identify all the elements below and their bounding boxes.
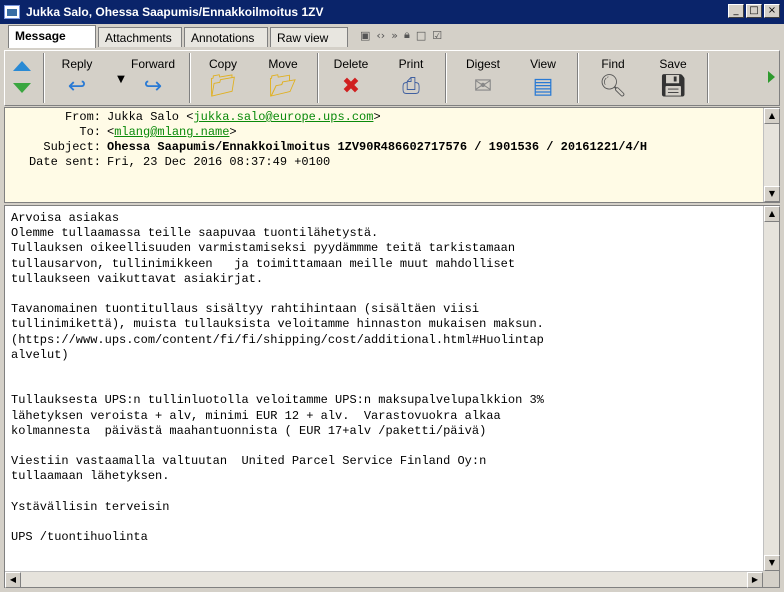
delete-icon: ✖: [341, 74, 361, 99]
lock-icon[interactable]: 🔒︎: [404, 28, 410, 42]
app-icon: [4, 5, 20, 19]
scroll-down-icon[interactable]: ▼: [764, 186, 780, 202]
scroll-right-icon[interactable]: ▶: [747, 572, 763, 588]
prev-next-icon[interactable]: ‹›: [376, 29, 385, 42]
scroll-down-icon[interactable]: ▼: [764, 555, 780, 571]
title-bar: Jukka Salo, Ohessa Saapumis/Ennakkoilmoi…: [0, 0, 784, 24]
scroll-up-icon[interactable]: ▲: [764, 206, 780, 222]
floppy-disk-icon: 💾︎: [659, 74, 687, 99]
magnifier-icon: 🔍︎: [599, 74, 627, 99]
printer-icon: ⎙: [402, 74, 420, 99]
forward-button[interactable]: Forward ↪: [123, 53, 183, 103]
view-icon: ▤: [532, 74, 554, 99]
tab-attachments[interactable]: Attachments: [98, 27, 182, 47]
forward-icon: ↪: [143, 74, 163, 99]
fast-forward-icon[interactable]: »: [391, 29, 398, 42]
window-controls: _ □ ×: [728, 4, 780, 18]
tab-bar: Message Attachments Annotations Raw view…: [0, 24, 784, 48]
close-button[interactable]: ×: [764, 4, 780, 18]
tab-raw-view[interactable]: Raw view: [270, 27, 348, 47]
to-label: To:: [79, 125, 101, 139]
save-button[interactable]: Save 💾︎: [645, 53, 701, 103]
to-email-link[interactable]: mlang@mlang.name: [114, 125, 229, 139]
copy-button[interactable]: Copy 📁︎: [195, 53, 251, 103]
minimize-button[interactable]: _: [728, 4, 744, 18]
from-row: From: Jukka Salo <jukka.salo@europe.ups.c…: [5, 110, 381, 125]
to-row: To: <mlang@mlang.name>: [5, 125, 236, 140]
toolbar: Reply ↩ ▼ Forward ↪ Copy 📁︎ Move 📂︎ Dele…: [4, 50, 780, 106]
message-body: Arvoisa asiakas Olemme tullaamassa teill…: [4, 205, 780, 588]
body-horizontal-scrollbar[interactable]: ◀ ▶: [5, 571, 763, 588]
window-title: Jukka Salo, Ohessa Saapumis/Ennakkoilmoi…: [26, 5, 324, 19]
scroll-corner: [763, 571, 779, 587]
digest-icon: ✉: [473, 74, 493, 99]
move-button[interactable]: Move 📂︎: [255, 53, 311, 103]
reply-dropdown[interactable]: ▼: [105, 53, 125, 103]
tab-message[interactable]: Message: [8, 25, 96, 48]
subject-label: Subject:: [43, 140, 101, 154]
subject-row: Subject: Ohessa Saapumis/Ennakkoilmoitus …: [5, 140, 647, 155]
header-scrollbar[interactable]: ▲ ▼: [763, 108, 780, 202]
delete-button[interactable]: Delete ✖: [323, 53, 379, 103]
view-button[interactable]: View ▤: [515, 53, 571, 103]
reply-button[interactable]: Reply ↩: [49, 53, 105, 103]
reply-icon: ↩: [67, 74, 87, 99]
copy-small-icon[interactable]: ▣: [360, 29, 370, 42]
print-button[interactable]: Print ⎙: [383, 53, 439, 103]
digest-button[interactable]: Digest ✉: [453, 53, 513, 103]
tab-annotations[interactable]: Annotations: [184, 27, 268, 47]
find-button[interactable]: Find 🔍︎: [585, 53, 641, 103]
square-icon[interactable]: □: [416, 29, 426, 42]
date-value: Fri, 23 Dec 2016 08:37:49 +0100: [107, 155, 331, 169]
body-vertical-scrollbar[interactable]: ▲ ▼: [763, 206, 780, 571]
scroll-up-icon[interactable]: ▲: [764, 108, 780, 124]
date-row: Date sent: Fri, 23 Dec 2016 08:37:49 +010…: [5, 155, 330, 170]
from-name: Jukka Salo <: [107, 110, 194, 124]
date-label: Date sent:: [28, 155, 101, 169]
message-header: From: Jukka Salo <jukka.salo@europe.ups.c…: [4, 107, 780, 203]
from-email-link[interactable]: jukka.salo@europe.ups.com: [193, 110, 373, 124]
maximize-button[interactable]: □: [746, 4, 762, 18]
move-folder-icon: 📂︎: [269, 74, 297, 99]
checkbox-icon[interactable]: ☑: [432, 29, 442, 42]
subject-value: Ohessa Saapumis/Ennakkoilmoitus 1ZV90R48…: [107, 140, 648, 154]
scroll-left-icon[interactable]: ◀: [5, 572, 21, 588]
copy-folder-icon: 📁︎: [209, 74, 237, 99]
body-text: Arvoisa asiakas Olemme tullaamassa teill…: [11, 211, 544, 545]
mini-toolbar: ▣ ‹› » 🔒︎ □ ☑: [360, 28, 442, 42]
from-label: From:: [64, 110, 101, 124]
